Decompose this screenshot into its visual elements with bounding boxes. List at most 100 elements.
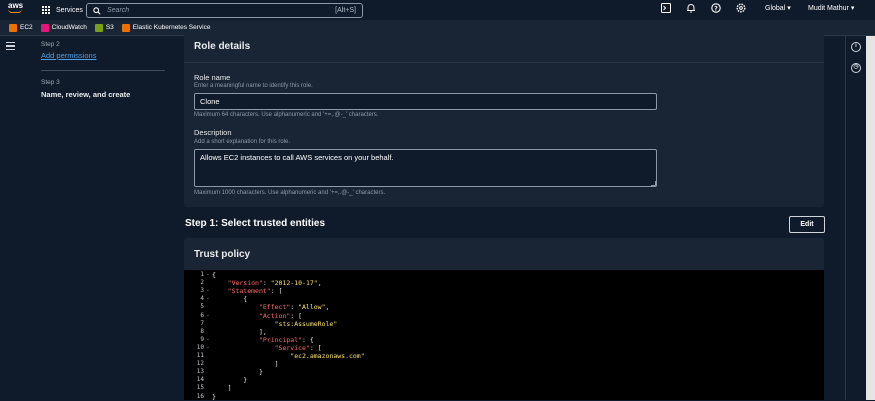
description-hint: Add a short explanation for this role. [194,139,291,145]
code-line: "Version": "2012-10-17", [212,279,322,287]
code-token: { [212,295,248,304]
help-icon[interactable]: ? [710,3,722,15]
line-number: 3 [200,287,204,295]
code-line: "Statement": [ [212,287,283,295]
page-scrollbar[interactable] [866,36,875,400]
code-token: ] [212,384,232,393]
search-input[interactable] [107,7,336,14]
role-details-header: Role details [194,41,251,52]
line-number: 15 [196,384,204,392]
notifications-bell-icon[interactable] [685,3,697,15]
code-line: ] [212,360,279,368]
ec2-service-icon [9,23,17,32]
code-token: , [317,279,322,288]
favorite-ec2[interactable]: EC2 [9,23,33,32]
description-textarea[interactable]: Allows EC2 instances to call AWS service… [194,149,657,187]
step-1-title: Step 1: Select trusted entities [185,218,326,229]
code-token: "Allow" [298,303,326,312]
code-line: } [212,376,247,384]
trust-policy-card: Trust policy [184,238,824,270]
line-number: 9 [200,335,204,343]
code-line: "Effect": "Allow", [212,303,329,311]
line-number: 2 [200,279,204,287]
history-clock-icon[interactable]: ◷ [851,63,861,73]
hamburger-menu-icon[interactable] [6,42,15,50]
aws-logo-text: aws [8,1,24,10]
code-token: "sts:AssumeRole" [274,319,338,328]
step-2-link[interactable]: Add permissions [41,51,96,60]
line-number: 6 [200,311,204,319]
services-grid-icon [42,5,51,15]
account-menu[interactable]: Mudit Mathur ▾ [808,4,854,12]
editor-gutter: 1-2 3-4-5 6-7 8 9-10-11 12 13 14 15 16 [184,270,212,400]
code-line: { [212,271,216,279]
step-3-title: Name, review, and create [41,90,131,99]
services-menu-button[interactable]: Services [42,3,83,17]
code-token: } [212,368,263,377]
aws-logo[interactable]: aws [8,2,28,18]
line-number: 11 [196,352,204,359]
code-token: } [212,392,216,401]
line-number: 13 [196,368,204,376]
resize-grip-icon[interactable] [651,181,656,186]
code-token: : [ [290,311,303,320]
code-token: "Action" [258,311,291,320]
fold-toggle-icon[interactable]: - [206,336,210,343]
code-line: } [212,368,263,376]
favorite-label: EC2 [20,24,33,31]
favorite-s3[interactable]: S3 [94,23,114,32]
fold-toggle-icon[interactable]: - [206,287,210,294]
code-token: "Service" [274,343,310,352]
code-token: { [212,271,216,279]
card-divider [184,62,824,63]
fold-toggle-icon[interactable]: - [206,271,210,278]
code-token: : [262,279,271,288]
wizard-steps-nav: Step 2 Add permissions Step 3 Name, revi… [20,36,170,400]
code-token: ] [212,360,279,369]
code-token: ], [212,327,267,336]
fold-toggle-icon[interactable]: - [206,344,210,351]
edit-button[interactable]: Edit [789,216,825,233]
line-number: 14 [196,376,204,384]
cloudshell-icon[interactable] [660,3,672,15]
svg-text:?: ? [714,5,718,12]
code-token: "2012-10-17" [270,279,318,288]
line-number: 8 [200,327,204,335]
main-content: Role details Role name Enter a meaningfu… [170,31,845,401]
settings-gear-icon[interactable] [735,3,747,15]
code-token: "Effect" [258,303,291,312]
code-token: "Version" [227,279,263,288]
code-line: "sts:AssumeRole" [212,319,338,328]
trust-policy-code-editor[interactable]: 1-2 3-4-5 6-7 8 9-10-11 12 13 14 15 16 { "Version… [184,270,824,401]
fold-toggle-icon[interactable]: - [206,295,210,302]
code-token: : [290,303,299,312]
favorite-cloudwatch[interactable]: CloudWatch [40,23,87,32]
search-shortcut-hint: [Alt+S] [335,7,356,14]
description-label: Description [194,128,232,137]
region-selector[interactable]: Global ▾ [765,4,791,12]
top-navigation-bar: aws Services [Alt+S] ? Global ▾ [0,0,875,20]
role-name-constraint: Maximum 64 characters. Use alphanumeric … [194,112,379,118]
chevron-down-icon: ▾ [850,5,855,12]
info-icon[interactable]: i [851,42,861,52]
chevron-down-icon: ▾ [787,5,791,12]
search-icon [93,6,101,15]
code-line: ], [212,328,267,336]
code-line: { [212,295,247,303]
fold-toggle-icon[interactable]: - [206,312,210,319]
right-rail: i ◷ [845,36,865,400]
description-constraint: Maximum 1000 characters. Use alphanumeri… [194,190,386,196]
region-label: Global [765,5,786,12]
search-bar[interactable]: [Alt+S] [86,3,363,18]
code-line: "Service": [ [212,344,322,352]
code-line: } [212,393,216,401]
favorite-label: Elastic Kubernetes Service [132,24,211,31]
code-token: : { [302,335,314,344]
role-name-input[interactable] [194,93,657,110]
